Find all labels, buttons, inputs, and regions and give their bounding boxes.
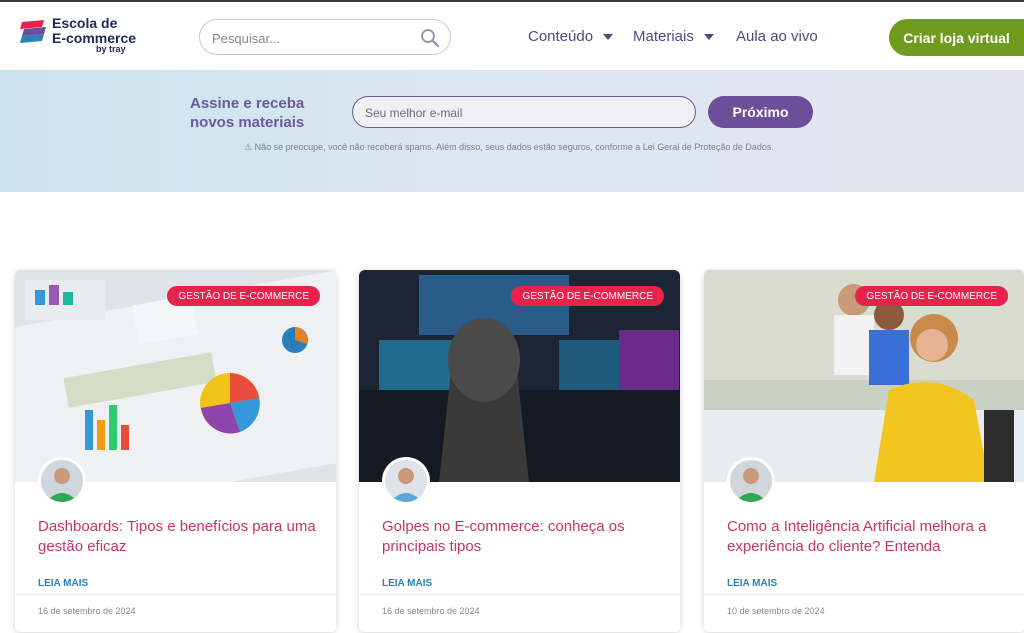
logo-mark-icon: [20, 20, 46, 43]
author-avatar: [38, 457, 86, 505]
author-avatar: [727, 457, 775, 505]
logo-text: Escola de E-commerce: [52, 16, 136, 46]
email-field[interactable]: [365, 104, 685, 122]
article-card[interactable]: GESTÃO DE E-COMMERCE Golpes no E-commerc…: [359, 270, 680, 632]
newsletter-title-line2: novos materiais: [190, 114, 305, 131]
category-badge[interactable]: GESTÃO DE E-COMMERCE: [855, 286, 1008, 306]
article-thumbnail[interactable]: GESTÃO DE E-COMMERCE: [704, 270, 1024, 482]
newsletter-title-line1: Assine e receba: [190, 95, 305, 112]
nav-aula-ao-vivo[interactable]: Aula ao vivo: [736, 28, 818, 45]
article-title[interactable]: Dashboards: Tipos e benefícios para uma …: [38, 517, 318, 557]
read-more-link[interactable]: LEIA MAIS: [38, 578, 88, 589]
logo-by: by tray: [96, 44, 126, 54]
site-header: Escola de E-commerce by tray Conteúdo Ma…: [0, 0, 1024, 70]
nav-conteudo[interactable]: Conteúdo: [528, 28, 614, 45]
site-logo[interactable]: Escola de E-commerce by tray: [20, 16, 140, 58]
article-title[interactable]: Golpes no E-commerce: conheça os princip…: [382, 517, 662, 557]
article-card[interactable]: GESTÃO DE E-COMMERCE Dashboards: Tipos e…: [15, 270, 336, 632]
search-input[interactable]: [212, 28, 412, 48]
article-thumbnail[interactable]: GESTÃO DE E-COMMERCE: [15, 270, 336, 482]
divider: [15, 594, 336, 595]
divider: [359, 594, 680, 595]
article-thumbnail[interactable]: GESTÃO DE E-COMMERCE: [359, 270, 680, 482]
nav-materiais[interactable]: Materiais: [633, 28, 714, 45]
email-field-wrapper[interactable]: [352, 96, 696, 128]
category-badge[interactable]: GESTÃO DE E-COMMERCE: [167, 286, 320, 306]
newsletter-banner: Assine e receba novos materiais Próximo …: [0, 70, 1024, 192]
nav-aula-label: Aula ao vivo: [736, 28, 818, 45]
nav-conteudo-label: Conteúdo: [528, 28, 594, 45]
nav-materiais-label: Materiais: [633, 28, 694, 45]
newsletter-title: Assine e receba novos materiais: [190, 94, 304, 132]
publish-date: 10 de setembro de 2024: [727, 606, 825, 616]
chevron-down-icon: [703, 33, 714, 40]
publish-date: 16 de setembro de 2024: [382, 606, 480, 616]
privacy-disclaimer: ⚠ Não se preocupe, você não receberá spa…: [244, 142, 774, 152]
article-card[interactable]: GESTÃO DE E-COMMERCE Como a Inteligência…: [704, 270, 1024, 632]
divider: [704, 594, 1024, 595]
next-button[interactable]: Próximo: [708, 96, 813, 128]
article-title[interactable]: Como a Inteligência Artificial melhora a…: [727, 517, 1007, 557]
author-avatar: [382, 457, 430, 505]
read-more-link[interactable]: LEIA MAIS: [727, 578, 777, 589]
search-box[interactable]: [199, 19, 451, 55]
publish-date: 16 de setembro de 2024: [38, 606, 136, 616]
create-store-button[interactable]: Criar loja virtual: [889, 19, 1024, 56]
chevron-down-icon: [603, 33, 614, 40]
search-icon[interactable]: [420, 28, 440, 48]
logo-line1: Escola de: [52, 15, 118, 31]
read-more-link[interactable]: LEIA MAIS: [382, 578, 432, 589]
category-badge[interactable]: GESTÃO DE E-COMMERCE: [511, 286, 664, 306]
